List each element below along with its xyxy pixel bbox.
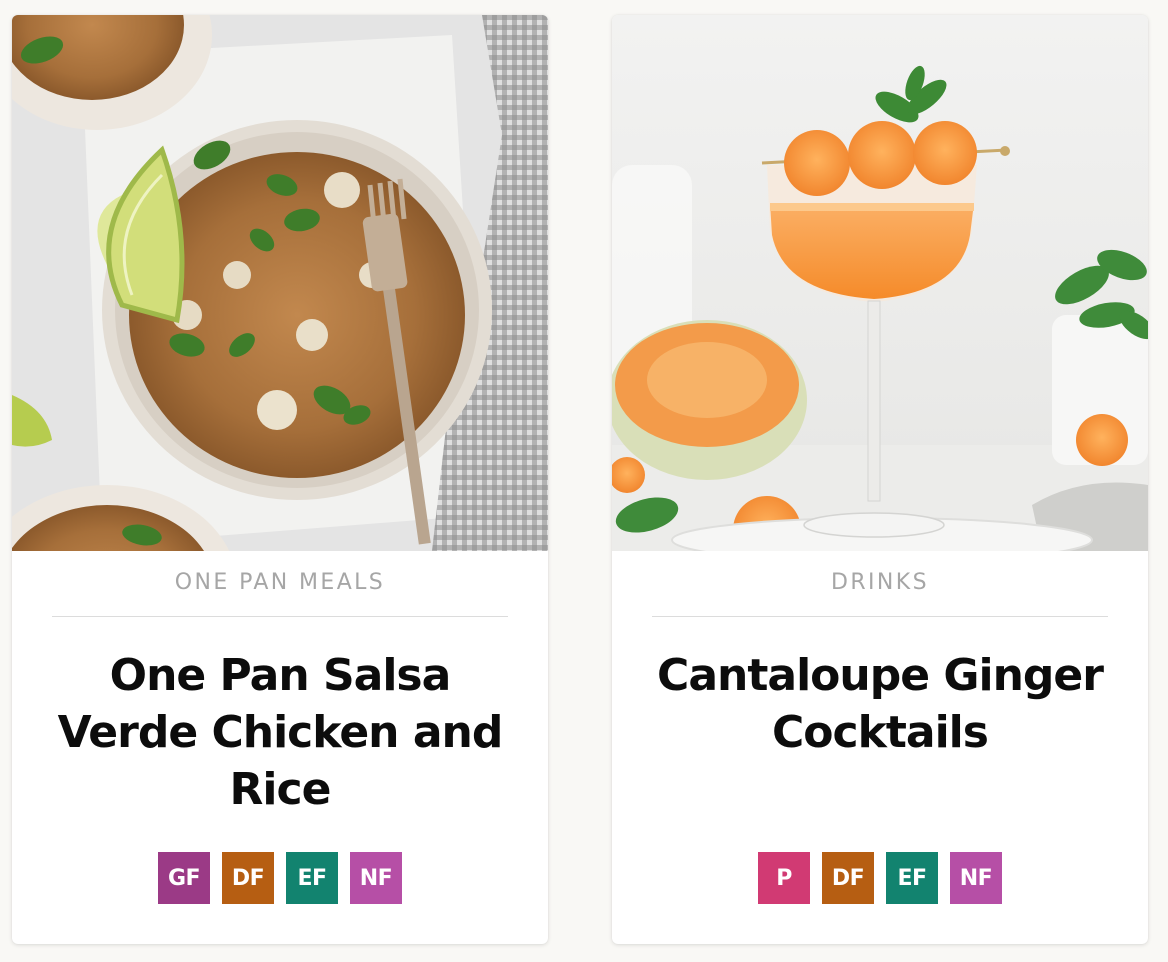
divider [52,616,508,617]
diet-badge-gf: GF [158,852,210,904]
recipe-image-link[interactable] [612,15,1148,551]
recipe-image-link[interactable] [12,15,548,551]
recipe-title-link[interactable]: One Pan Salsa Verde Chicken and Rice [52,647,508,818]
recipe-category-link[interactable]: DRINKS [612,570,1148,595]
recipe-card: ONE PAN MEALS One Pan Salsa Verde Chicke… [12,15,548,944]
diet-badges: P DF EF NF [612,852,1148,904]
recipe-category-link[interactable]: ONE PAN MEALS [12,570,548,595]
diet-badge-nf: NF [350,852,402,904]
recipe-card: DRINKS Cantaloupe Ginger Cocktails P DF … [612,15,1148,944]
diet-badge-p: P [758,852,810,904]
divider [652,616,1108,617]
diet-badge-ef: EF [286,852,338,904]
diet-badge-ef: EF [886,852,938,904]
diet-badge-nf: NF [950,852,1002,904]
diet-badge-df: DF [222,852,274,904]
recipe-photo [612,15,1148,551]
diet-badge-df: DF [822,852,874,904]
recipe-title-link[interactable]: Cantaloupe Ginger Cocktails [652,647,1108,761]
recipe-photo [12,15,548,551]
diet-badges: GF DF EF NF [12,852,548,904]
